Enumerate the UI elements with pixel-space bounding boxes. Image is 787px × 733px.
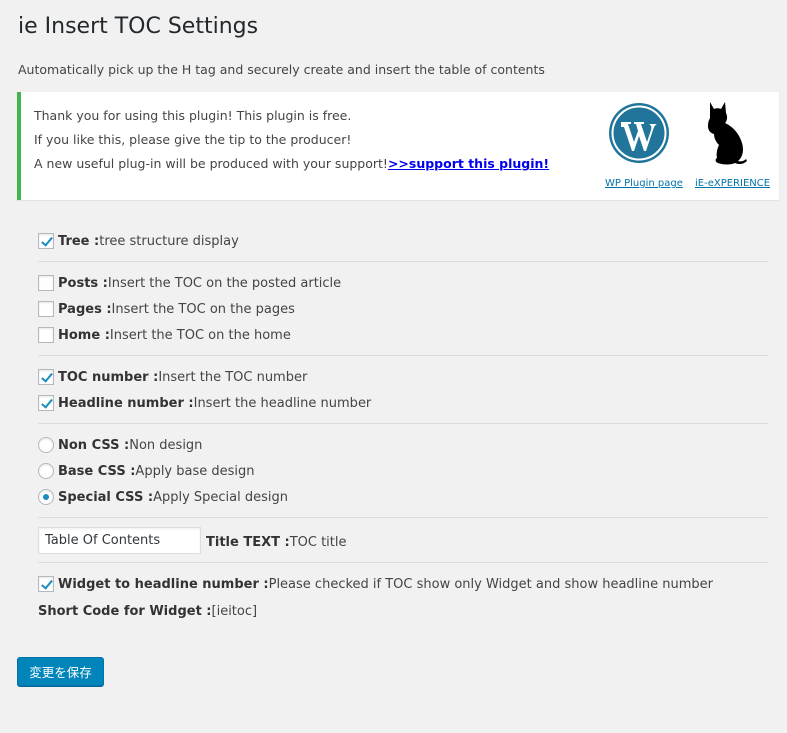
special-css-desc: Apply Special design <box>153 489 288 505</box>
base-css-desc: Apply base design <box>135 463 255 479</box>
posts-checkbox[interactable] <box>38 275 54 291</box>
home-label: Home : <box>58 327 110 343</box>
widget-checkbox[interactable] <box>38 576 54 592</box>
divider <box>38 562 768 563</box>
toc-number-desc: Insert the TOC number <box>158 369 308 385</box>
shortcode-row: Short Code for Widget : [ieitoc] <box>38 604 257 619</box>
option-posts: Posts : Insert the TOC on the posted art… <box>38 275 341 291</box>
divider <box>38 355 768 356</box>
home-checkbox[interactable] <box>38 327 54 343</box>
wordpress-logo-icon[interactable] <box>608 102 670 164</box>
page-subtitle: Automatically pick up the H tag and secu… <box>18 62 545 77</box>
notice-line-1: Thank you for using this plugin! This pl… <box>34 108 352 123</box>
title-text-input[interactable] <box>38 527 201 554</box>
headline-number-label: Headline number : <box>58 395 194 411</box>
special-css-label: Special CSS : <box>58 489 154 505</box>
option-tree: Tree : tree structure display <box>38 233 239 249</box>
pages-desc: Insert the TOC on the pages <box>111 301 295 317</box>
posts-desc: Insert the TOC on the posted article <box>107 275 342 291</box>
widget-desc: Please checked if TOC show only Widget a… <box>268 576 713 592</box>
option-home: Home : Insert the TOC on the home <box>38 327 291 343</box>
support-notice: Thank you for using this plugin! This pl… <box>17 92 779 200</box>
special-css-radio[interactable] <box>38 489 54 505</box>
shortcode-label: Short Code for Widget : <box>38 604 212 619</box>
posts-label: Posts : <box>58 275 108 291</box>
base-css-radio[interactable] <box>38 463 54 479</box>
option-base-css: Base CSS : Apply base design <box>38 463 255 479</box>
notice-line-3: A new useful plug-in will be produced wi… <box>34 156 549 171</box>
non-css-label: Non CSS : <box>58 437 130 453</box>
tree-desc: tree structure display <box>99 233 239 249</box>
non-css-desc: Non design <box>129 437 203 453</box>
headline-number-desc: Insert the headline number <box>193 395 372 411</box>
toc-number-checkbox[interactable] <box>38 369 54 385</box>
home-desc: Insert the TOC on the home <box>109 327 291 343</box>
headline-number-checkbox[interactable] <box>38 395 54 411</box>
page-title: ie Insert TOC Settings <box>18 14 259 39</box>
non-css-radio[interactable] <box>38 437 54 453</box>
option-non-css: Non CSS : Non design <box>38 437 202 453</box>
widget-label: Widget to headline number : <box>58 576 269 592</box>
option-toc-number: TOC number : Insert the TOC number <box>38 369 307 385</box>
divider <box>38 423 768 424</box>
ie-experience-link[interactable]: iE-eXPERIENCE <box>695 178 770 189</box>
save-changes-button[interactable]: 変更を保存 <box>17 657 104 686</box>
tree-checkbox[interactable] <box>38 233 54 249</box>
notice-line-2: If you like this, please give the tip to… <box>34 132 352 147</box>
divider <box>38 261 768 262</box>
option-widget: Widget to headline number : Please check… <box>38 576 713 592</box>
settings-page: ie Insert TOC Settings Automatically pic… <box>0 0 787 733</box>
title-text-desc: TOC title <box>289 535 347 550</box>
option-pages: Pages : Insert the TOC on the pages <box>38 301 295 317</box>
base-css-label: Base CSS : <box>58 463 136 479</box>
pages-checkbox[interactable] <box>38 301 54 317</box>
tree-label: Tree : <box>58 233 100 249</box>
option-special-css: Special CSS : Apply Special design <box>38 489 288 505</box>
divider <box>38 517 768 518</box>
wp-plugin-page-link[interactable]: WP Plugin page <box>605 178 683 189</box>
pages-label: Pages : <box>58 301 112 317</box>
toc-number-label: TOC number : <box>58 369 159 385</box>
notice-line-3-text: A new useful plug-in will be produced wi… <box>34 156 388 171</box>
shortcode-value: [ieitoc] <box>211 604 258 619</box>
cat-logo-icon[interactable] <box>701 100 749 166</box>
option-headline-number: Headline number : Insert the headline nu… <box>38 395 371 411</box>
title-text-caption: Title TEXT : TOC title <box>206 535 347 550</box>
support-plugin-link[interactable]: >>support this plugin! <box>388 156 549 171</box>
title-text-label: Title TEXT : <box>206 535 290 550</box>
